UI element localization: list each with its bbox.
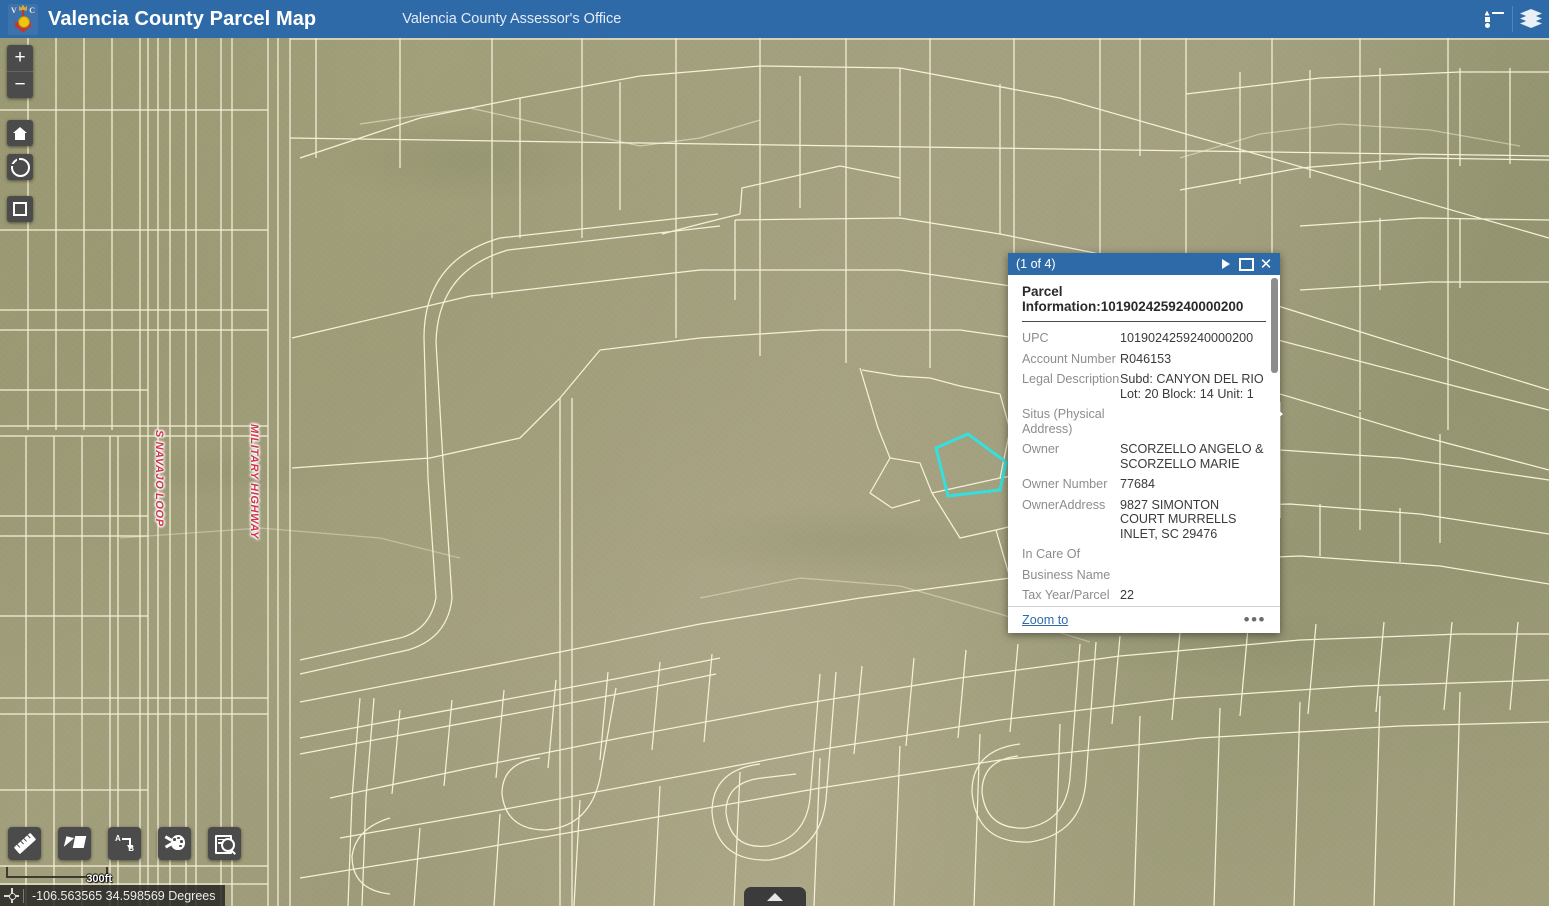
table-row: Owner SCORZELLO ANGELO & SCORZELLO MARIE bbox=[1022, 439, 1266, 474]
legend-icon bbox=[1485, 12, 1504, 27]
scale-bar: 300ft bbox=[6, 867, 108, 878]
field-label: Account Number bbox=[1022, 349, 1120, 370]
table-row: In Care Of bbox=[1022, 544, 1266, 565]
coord-divider bbox=[23, 889, 24, 903]
app-header: VC Valencia County Parcel Map Valencia C… bbox=[0, 0, 1549, 38]
parcel-map-application: VC Valencia County Parcel Map Valencia C… bbox=[0, 0, 1549, 906]
popup-title-bar: (1 of 4) ✕ bbox=[1008, 253, 1280, 275]
table-row: Legal Description Subd: CANYON DEL RIO L… bbox=[1022, 369, 1266, 404]
layers-icon bbox=[1520, 9, 1542, 29]
table-row: UPC 1019024259240000200 bbox=[1022, 328, 1266, 349]
scale-bar-label: 300ft bbox=[86, 873, 112, 885]
maximize-icon bbox=[1239, 258, 1254, 271]
field-value: Subd: CANYON DEL RIO Lot: 20 Block: 14 U… bbox=[1120, 369, 1266, 404]
table-row: Business Name bbox=[1022, 565, 1266, 586]
popup-feature-counter: (1 of 4) bbox=[1016, 257, 1216, 271]
page-magnifier-icon bbox=[215, 835, 235, 853]
field-label: Business Name bbox=[1022, 565, 1120, 586]
table-row: Situs (Physical Address) bbox=[1022, 404, 1266, 439]
map-tool-bar: A B bbox=[8, 827, 241, 860]
field-value: SCORZELLO ANGELO & SCORZELLO MARIE bbox=[1120, 439, 1266, 474]
zoom-in-button[interactable]: + bbox=[7, 45, 33, 72]
ruler-icon bbox=[13, 833, 35, 854]
table-row: Account Number R046153 bbox=[1022, 349, 1266, 370]
coordinate-text: -106.563565 34.598569 Degrees bbox=[32, 889, 215, 903]
field-label: UPC bbox=[1022, 328, 1120, 349]
measure-tool-button[interactable] bbox=[8, 827, 41, 860]
field-label: Tax Year/Parcel bbox=[1022, 585, 1120, 606]
map-canvas[interactable]: S NAVAJO LOOP MILITARY HIGHWAY + − bbox=[0, 38, 1549, 906]
fullscreen-button[interactable] bbox=[7, 196, 33, 222]
feature-popup: (1 of 4) ✕ Parcel Information:1019024259… bbox=[1008, 253, 1280, 633]
popup-more-actions-button[interactable]: ••• bbox=[1244, 615, 1266, 625]
attribute-table-handle[interactable] bbox=[744, 887, 806, 906]
home-button[interactable] bbox=[7, 120, 33, 146]
app-subtitle: Valencia County Assessor's Office bbox=[402, 11, 621, 27]
table-row: Tax Year/Parcel 22 bbox=[1022, 585, 1266, 606]
field-label: Owner Number bbox=[1022, 474, 1120, 495]
zoom-controls: + − bbox=[7, 45, 33, 98]
popup-body: Parcel Information:1019024259240000200 U… bbox=[1008, 275, 1280, 606]
table-row: Owner Number 77684 bbox=[1022, 474, 1266, 495]
select-pointer-icon bbox=[65, 835, 85, 853]
popup-pointer-tail bbox=[1270, 403, 1283, 425]
popup-footer: Zoom to ••• bbox=[1008, 606, 1280, 633]
popup-scrollbar[interactable] bbox=[1271, 278, 1278, 603]
popup-scrollbar-thumb[interactable] bbox=[1271, 278, 1278, 373]
fullscreen-icon bbox=[13, 202, 27, 216]
popup-next-button[interactable] bbox=[1216, 254, 1236, 274]
table-row: OwnerAddress 9827 SIMONTON COURT MURRELL… bbox=[1022, 495, 1266, 545]
field-label: In Care Of bbox=[1022, 544, 1120, 565]
directions-tool-button[interactable]: A B bbox=[108, 827, 141, 860]
layers-button[interactable] bbox=[1513, 0, 1549, 38]
query-tool-button[interactable] bbox=[208, 827, 241, 860]
selected-parcel-highlight bbox=[936, 434, 1006, 496]
zoom-to-link[interactable]: Zoom to bbox=[1022, 613, 1068, 627]
popup-close-button[interactable]: ✕ bbox=[1256, 254, 1276, 274]
crosshair-icon bbox=[4, 888, 19, 903]
draw-tool-button[interactable] bbox=[158, 827, 191, 860]
palette-brush-icon bbox=[165, 835, 185, 852]
valencia-county-seal-icon: VC bbox=[8, 4, 38, 35]
field-value bbox=[1120, 544, 1266, 565]
home-icon bbox=[13, 127, 28, 140]
header-actions bbox=[1476, 0, 1549, 38]
app-title: Valencia County Parcel Map bbox=[48, 8, 316, 31]
parcel-attribute-table: UPC 1019024259240000200 Account Number R… bbox=[1022, 328, 1266, 606]
field-value: 9827 SIMONTON COURT MURRELLS INLET, SC 2… bbox=[1120, 495, 1266, 545]
parcel-boundary-layer bbox=[0, 38, 1549, 906]
field-label: Legal Description bbox=[1022, 369, 1120, 404]
locate-icon bbox=[11, 158, 30, 177]
field-value: R046153 bbox=[1120, 349, 1266, 370]
locate-button[interactable] bbox=[7, 154, 33, 180]
chevron-up-icon bbox=[767, 893, 783, 901]
street-label-s-navajo-loop: S NAVAJO LOOP bbox=[153, 430, 165, 527]
field-label: OwnerAddress bbox=[1022, 495, 1120, 545]
field-label: Situs (Physical Address) bbox=[1022, 404, 1120, 439]
popup-maximize-button[interactable] bbox=[1236, 254, 1256, 274]
street-label-military-highway: MILITARY HIGHWAY bbox=[248, 424, 260, 539]
select-tool-button[interactable] bbox=[58, 827, 91, 860]
zoom-out-button[interactable]: − bbox=[7, 72, 33, 98]
close-icon: ✕ bbox=[1260, 257, 1273, 272]
field-value: 1019024259240000200 bbox=[1120, 328, 1266, 349]
field-value bbox=[1120, 565, 1266, 586]
coordinate-display[interactable]: -106.563565 34.598569 Degrees bbox=[0, 885, 225, 906]
legend-button[interactable] bbox=[1476, 0, 1512, 38]
field-label: Owner bbox=[1022, 439, 1120, 474]
popup-heading: Parcel Information:1019024259240000200 bbox=[1022, 284, 1266, 322]
field-value: 77684 bbox=[1120, 474, 1266, 495]
field-value: 22 bbox=[1120, 585, 1266, 606]
field-value bbox=[1120, 404, 1266, 439]
a-to-b-icon: A B bbox=[115, 835, 134, 852]
next-feature-icon bbox=[1222, 259, 1230, 269]
